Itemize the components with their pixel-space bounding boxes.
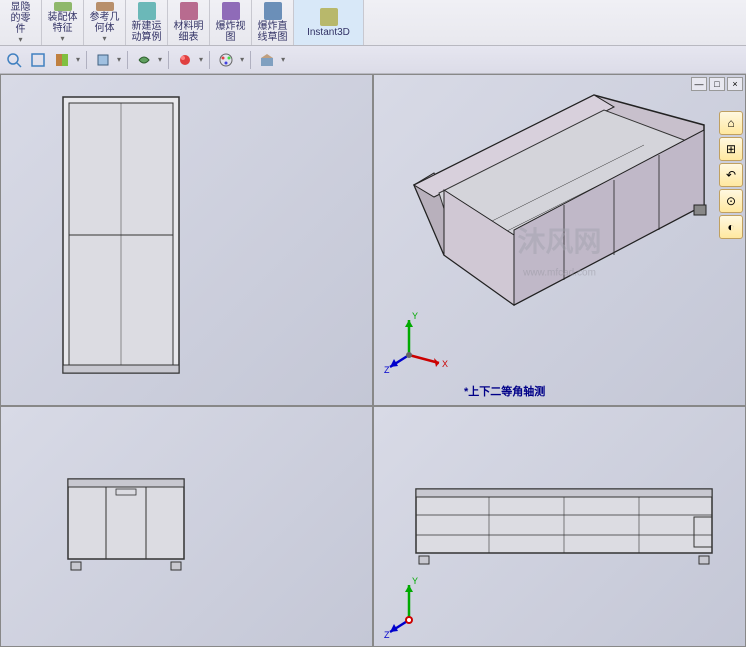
library-button[interactable]: ⊞ [719, 137, 743, 161]
ribbon-toolbar: 显隐的零件 ▾ 装配体特征 ▾ 参考几何体 ▾ 新建运动算例 材料明细表 爆炸视… [0, 0, 746, 46]
svg-text:Z: Z [384, 365, 390, 375]
separator [168, 51, 169, 69]
ribbon-hide-parts[interactable]: 显隐的零件 ▾ [0, 0, 42, 45]
close-button[interactable]: × [727, 77, 743, 91]
ribbon-assembly-features[interactable]: 装配体特征 ▾ [42, 0, 84, 45]
separator [250, 51, 251, 69]
zoom-fit-icon[interactable] [4, 50, 24, 70]
model-side-view [414, 487, 714, 567]
dropdown-arrow-icon[interactable]: ▾ [158, 55, 162, 64]
viewport-isometric[interactable]: — □ × ⌂ ⊞ ↶ ⊙ ◐ [373, 74, 746, 406]
model-front-view [66, 477, 186, 572]
zoom-area-icon[interactable] [28, 50, 48, 70]
scene-icon[interactable] [257, 50, 277, 70]
dropdown-arrow-icon[interactable]: ▾ [240, 55, 244, 64]
coordinate-triad: Y Z [384, 570, 454, 640]
viewport-top[interactable] [0, 74, 373, 406]
view-orientation-icon[interactable] [93, 50, 113, 70]
ribbon-explode-line-sketch[interactable]: 爆炸直线草图 [252, 0, 294, 45]
ribbon-instant3d[interactable]: Instant3D [294, 0, 364, 45]
explode-line-icon [264, 2, 282, 20]
ribbon-bom[interactable]: 材料明细表 [168, 0, 210, 45]
ribbon-label: 参考几何体 [90, 12, 120, 34]
maximize-button[interactable]: □ [709, 77, 725, 91]
minimize-button[interactable]: — [691, 77, 707, 91]
svg-text:X: X [442, 359, 448, 369]
undo-button[interactable]: ↶ [719, 163, 743, 187]
ribbon-label: 材料明细表 [174, 21, 204, 43]
viewport-front[interactable] [0, 406, 373, 647]
svg-text:Z: Z [384, 630, 390, 640]
display-style-icon[interactable] [134, 50, 154, 70]
instant3d-icon [320, 8, 338, 26]
dropdown-arrow-icon[interactable]: ▾ [199, 55, 203, 64]
ribbon-label: 显隐的零件 [11, 2, 31, 35]
appearance-icon[interactable] [216, 50, 236, 70]
assembly-icon [54, 2, 72, 11]
viewport-area: — □ × ⌂ ⊞ ↶ ⊙ ◐ [0, 74, 746, 647]
contrast-button[interactable]: ◐ [719, 215, 743, 239]
right-toolbar: ⌂ ⊞ ↶ ⊙ ◐ [719, 111, 745, 239]
home-button[interactable]: ⌂ [719, 111, 743, 135]
dropdown-arrow-icon[interactable]: ▾ [281, 55, 285, 64]
bom-icon [180, 2, 198, 20]
ribbon-motion-study[interactable]: 新建运动算例 [126, 0, 168, 45]
geometry-icon [96, 2, 114, 11]
hide-show-icon[interactable] [175, 50, 195, 70]
separator [209, 51, 210, 69]
ribbon-reference-geometry[interactable]: 参考几何体 ▾ [84, 0, 126, 45]
dropdown-arrow-icon: ▾ [60, 34, 64, 43]
model-top-view [61, 95, 181, 375]
separator [86, 51, 87, 69]
view-label: *上下二等角轴测 [464, 383, 545, 399]
separator [127, 51, 128, 69]
ribbon-exploded-view[interactable]: 爆炸视图 [210, 0, 252, 45]
viewport-side[interactable]: Y Z [373, 406, 746, 647]
model-isometric-view [384, 74, 724, 325]
motion-icon [138, 2, 156, 20]
ribbon-label: 新建运动算例 [132, 21, 162, 43]
ribbon-label: 爆炸视图 [216, 21, 246, 43]
dropdown-arrow-icon: ▾ [102, 34, 106, 43]
ribbon-label: Instant3D [307, 27, 350, 38]
window-controls: — □ × [691, 77, 743, 91]
dropdown-arrow-icon[interactable]: ▾ [76, 55, 80, 64]
ribbon-label: 装配体特征 [48, 12, 78, 34]
ribbon-label: 爆炸直线草图 [258, 21, 288, 43]
dropdown-arrow-icon[interactable]: ▾ [117, 55, 121, 64]
target-button[interactable]: ⊙ [719, 189, 743, 213]
svg-text:Y: Y [412, 576, 418, 586]
section-view-icon[interactable] [52, 50, 72, 70]
dropdown-arrow-icon: ▾ [18, 35, 22, 44]
exploded-icon [222, 2, 240, 20]
view-toolbar: ▾ ▾ ▾ ▾ ▾ ▾ [0, 46, 746, 74]
